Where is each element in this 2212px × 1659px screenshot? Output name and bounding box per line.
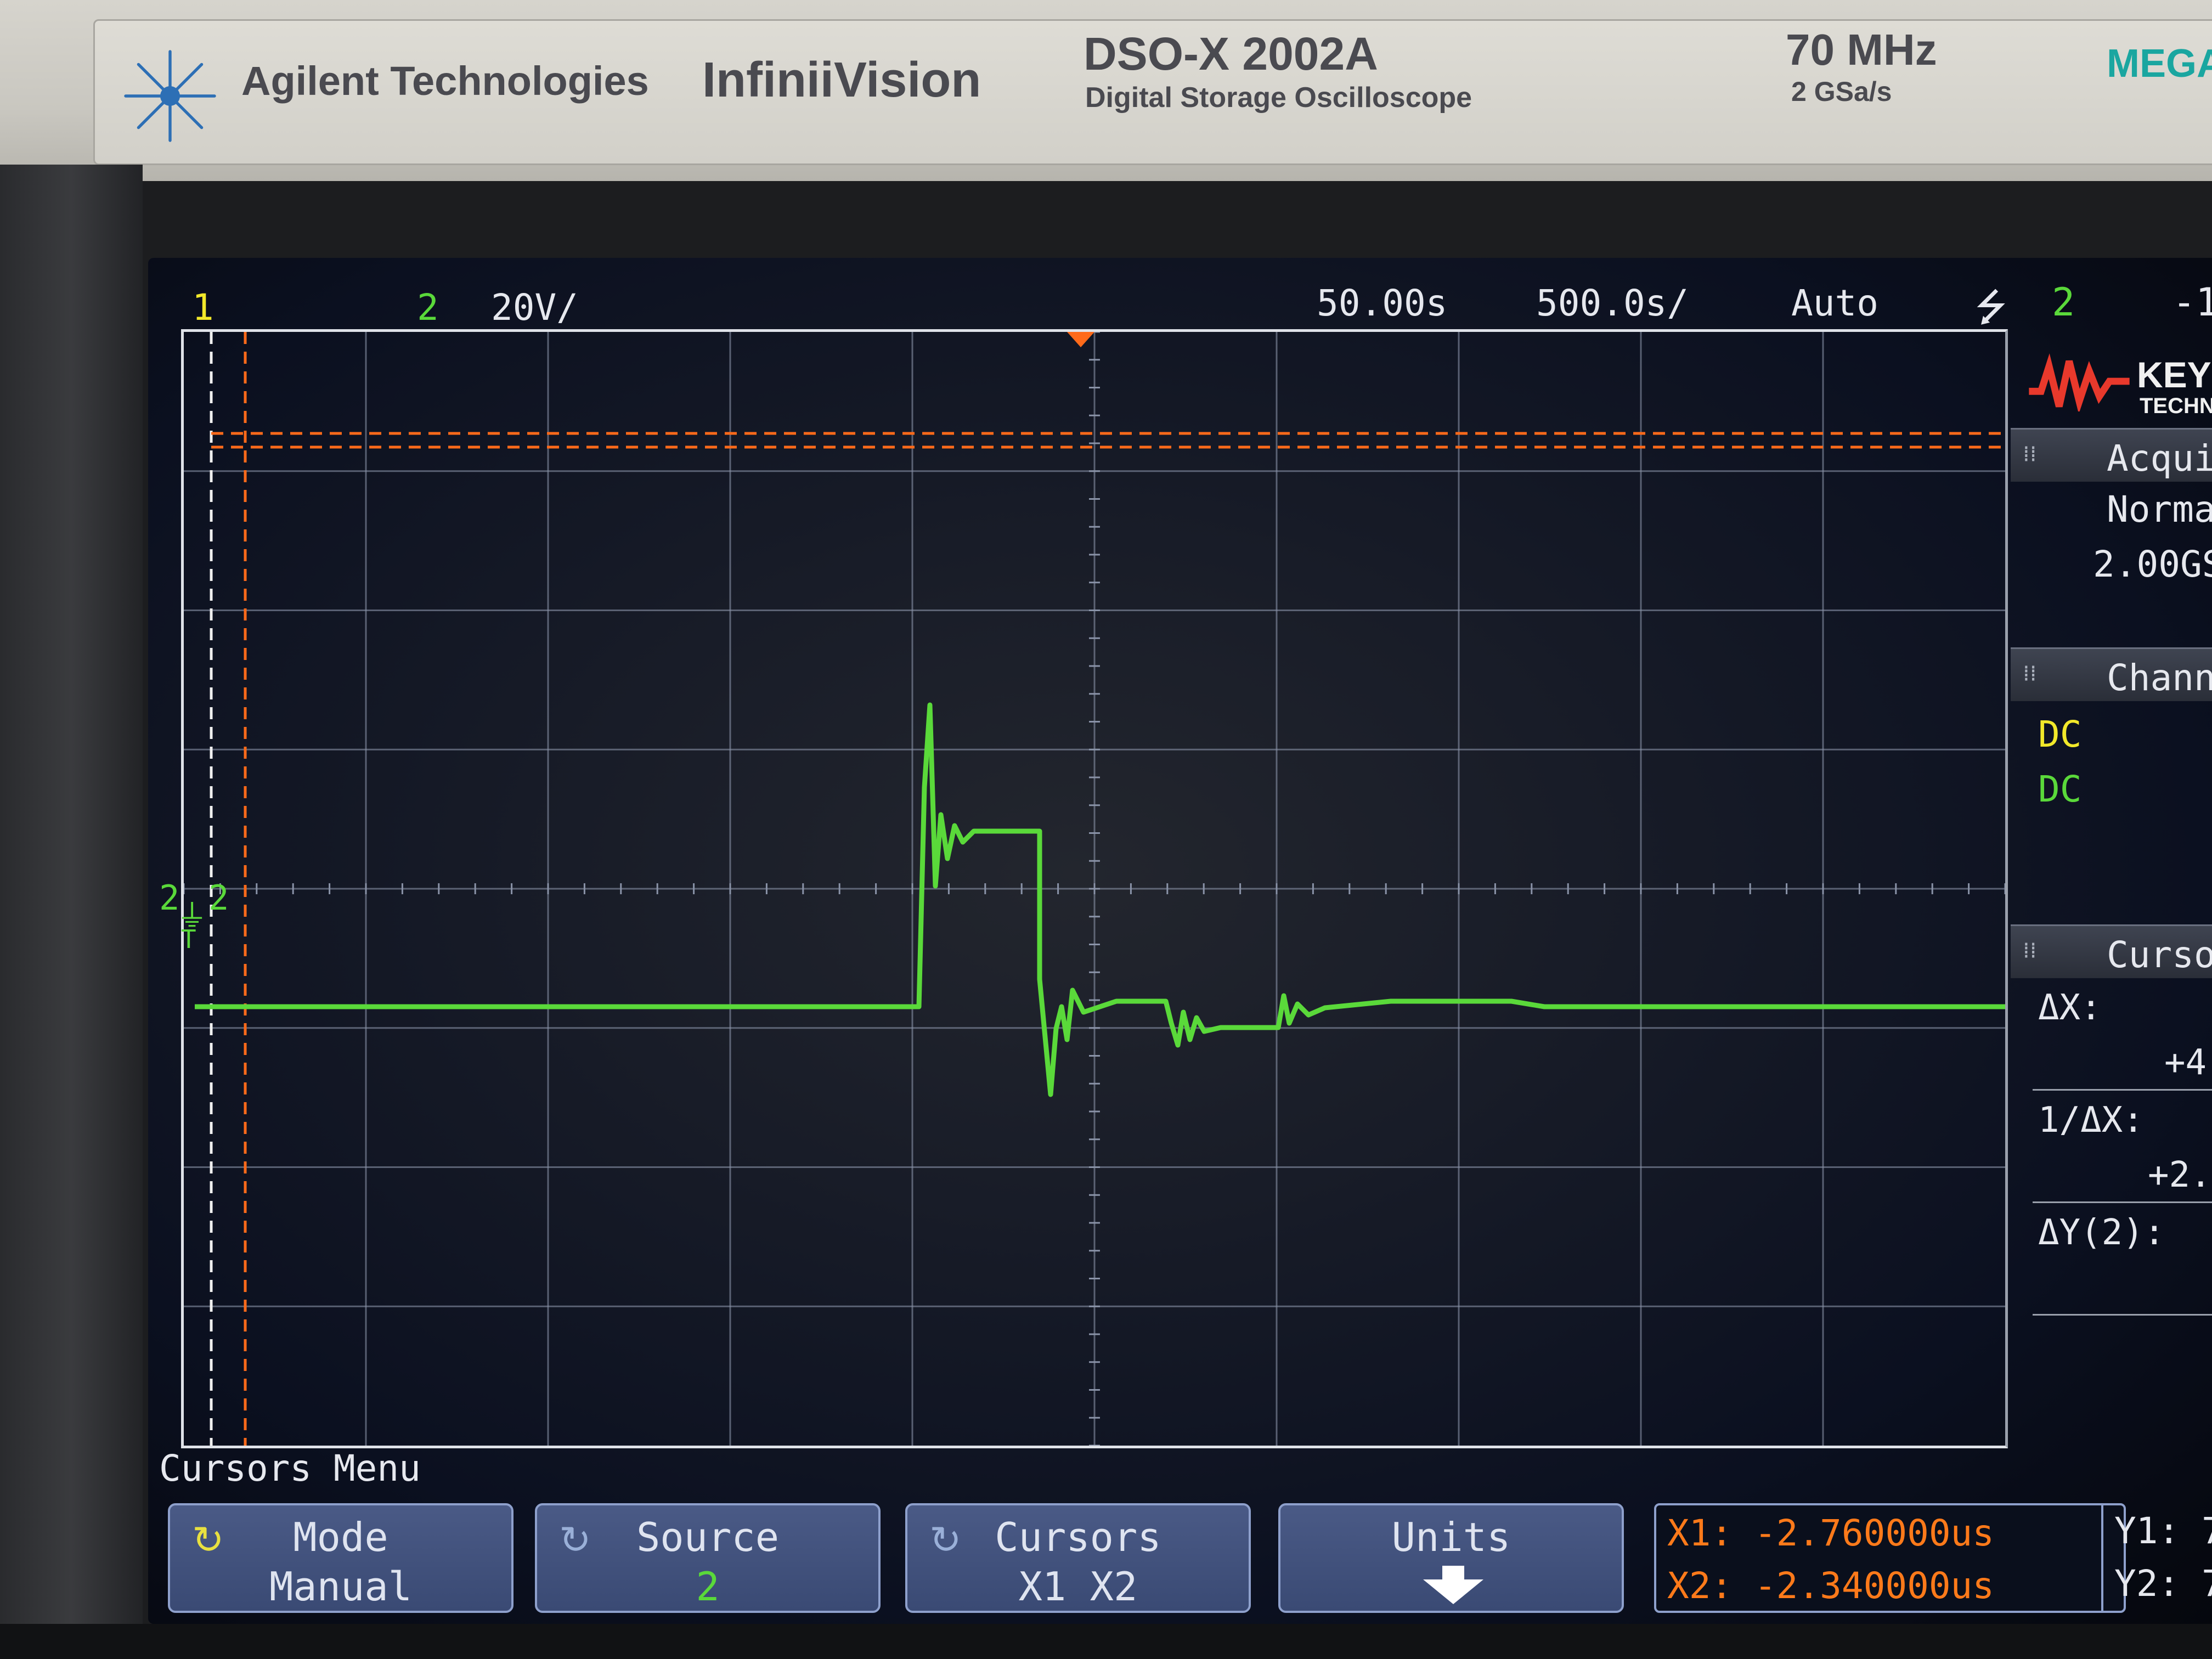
source-softkey[interactable]: ↻ Source 2 xyxy=(535,1503,881,1613)
trigger-mode: Auto xyxy=(1791,282,1878,324)
time-scale: 500.0s/ xyxy=(1536,282,1689,324)
cursors-value: X1 X2 xyxy=(1018,1564,1138,1610)
mode-label: Mode xyxy=(293,1514,388,1560)
grid-lines xyxy=(184,332,2005,1446)
x1-readout: X1: -2.760000us xyxy=(1667,1512,1995,1554)
keysight-wave-logo xyxy=(2029,353,2130,411)
sidebar-divider xyxy=(2033,1201,2212,1203)
trigger-level-marker[interactable]: T xyxy=(181,924,196,954)
units-softkey[interactable]: Units xyxy=(1278,1503,1624,1613)
x2-readout: X2: -2.340000us xyxy=(1667,1565,1995,1607)
inverse-delta-x-value: +2. xyxy=(2148,1155,2211,1195)
agilent-spark-logo xyxy=(124,50,216,142)
acquisition-rate: 2.00GSa xyxy=(2093,543,2212,585)
channel-2-indicator[interactable]: 2 xyxy=(417,286,439,329)
series-name: InfiniiVision xyxy=(702,53,981,108)
inverse-delta-x-label: 1/ΔX: xyxy=(2038,1100,2144,1141)
channels-title: Channe xyxy=(2107,657,2212,699)
cursors-title: Curso xyxy=(2107,934,2212,976)
bezel-side xyxy=(0,165,143,1659)
delta-x-value: +4 xyxy=(2164,1042,2207,1083)
units-label: Units xyxy=(1391,1514,1511,1560)
trigger-position-marker xyxy=(1067,332,1094,347)
model-description: Digital Storage Oscilloscope xyxy=(1085,82,1472,114)
model-name: DSO-X 2002A xyxy=(1084,28,1378,80)
cursors-softkey[interactable]: ↻ Cursors X1 X2 xyxy=(905,1503,1251,1613)
sidebar-divider xyxy=(2033,1089,2212,1091)
channel-1-coupling: DC xyxy=(2038,713,2082,755)
waveform-display xyxy=(184,332,2005,1446)
bezel-bottom xyxy=(0,1624,2212,1659)
channels-header[interactable]: ⁞⁞ Channe xyxy=(2011,647,2212,701)
acquisition-header[interactable]: ⁞⁞ Acquisiti xyxy=(2011,428,2212,482)
acquisition-mode: Norma xyxy=(2107,488,2212,531)
bandwidth-spec: 70 MHz xyxy=(1786,25,1937,74)
trigger-level: -1 xyxy=(2172,280,2212,325)
source-value: 2 xyxy=(696,1564,720,1610)
waveform-graticule[interactable] xyxy=(181,329,2008,1448)
delta-x-label: ΔX: xyxy=(2038,988,2102,1028)
status-bar: 1 2 20V/ 50.00s 500.0s/ Auto ⭍ 2 -1 xyxy=(148,258,2212,330)
source-label: Source xyxy=(636,1514,780,1560)
time-delay: 50.00s xyxy=(1317,282,1448,324)
acquisition-title: Acquisiti xyxy=(2107,437,2212,479)
ground-ref-label: 2 xyxy=(208,878,229,918)
oscilloscope-screen: 1 2 20V/ 50.00s 500.0s/ Auto ⭍ 2 -1 2 ⏚ … xyxy=(148,258,2212,1624)
y1-readout: Y1: 73 xyxy=(2114,1510,2212,1552)
keysight-subbrand: TECHNO xyxy=(2140,394,2212,418)
y2-readout: Y2: 71 xyxy=(2114,1562,2212,1605)
menu-title: Cursors Menu xyxy=(159,1447,421,1489)
mode-softkey[interactable]: ↻ Mode Manual xyxy=(168,1503,514,1613)
cursor-y-readout: Y1: 73 Y2: 71 xyxy=(2101,1503,2212,1613)
instrument-bezel: Agilent Technologies InfiniiVision DSO-X… xyxy=(0,0,2212,181)
sidebar-divider xyxy=(2033,1314,2212,1316)
drag-grip-icon: ⁞⁞ xyxy=(2023,661,2037,686)
submenu-arrow-down-icon xyxy=(1423,1566,1483,1604)
delta-y-label: ΔY(2): xyxy=(2038,1212,2165,1253)
cursors-label: Cursors xyxy=(995,1514,1161,1560)
drag-grip-icon: ⁞⁞ xyxy=(2023,938,2037,963)
cursor-x-readout: X1: -2.760000us X2: -2.340000us xyxy=(1654,1503,2126,1613)
mode-value: Manual xyxy=(269,1564,413,1610)
channel-2-waveform xyxy=(195,702,2005,1097)
drag-grip-icon: ⁞⁞ xyxy=(2023,442,2037,467)
cursors-header[interactable]: ⁞⁞ Curso xyxy=(2011,924,2212,978)
channel-2-coupling: DC xyxy=(2038,768,2082,810)
channel-2-scale: 20V/ xyxy=(491,286,578,329)
corner-brand-text: MEGA xyxy=(2107,42,2212,86)
trigger-source: 2 xyxy=(2052,280,2075,325)
keysight-brand: KEYS xyxy=(2137,354,2212,395)
channel-1-indicator[interactable]: 1 xyxy=(192,286,214,329)
sample-rate-spec: 2 GSa/s xyxy=(1791,76,1892,107)
maker-name: Agilent Technologies xyxy=(241,58,649,104)
info-sidebar: KEYS TECHNO ⁞⁞ Acquisiti Norma 2.00GSa ⁞… xyxy=(2011,329,2212,1443)
